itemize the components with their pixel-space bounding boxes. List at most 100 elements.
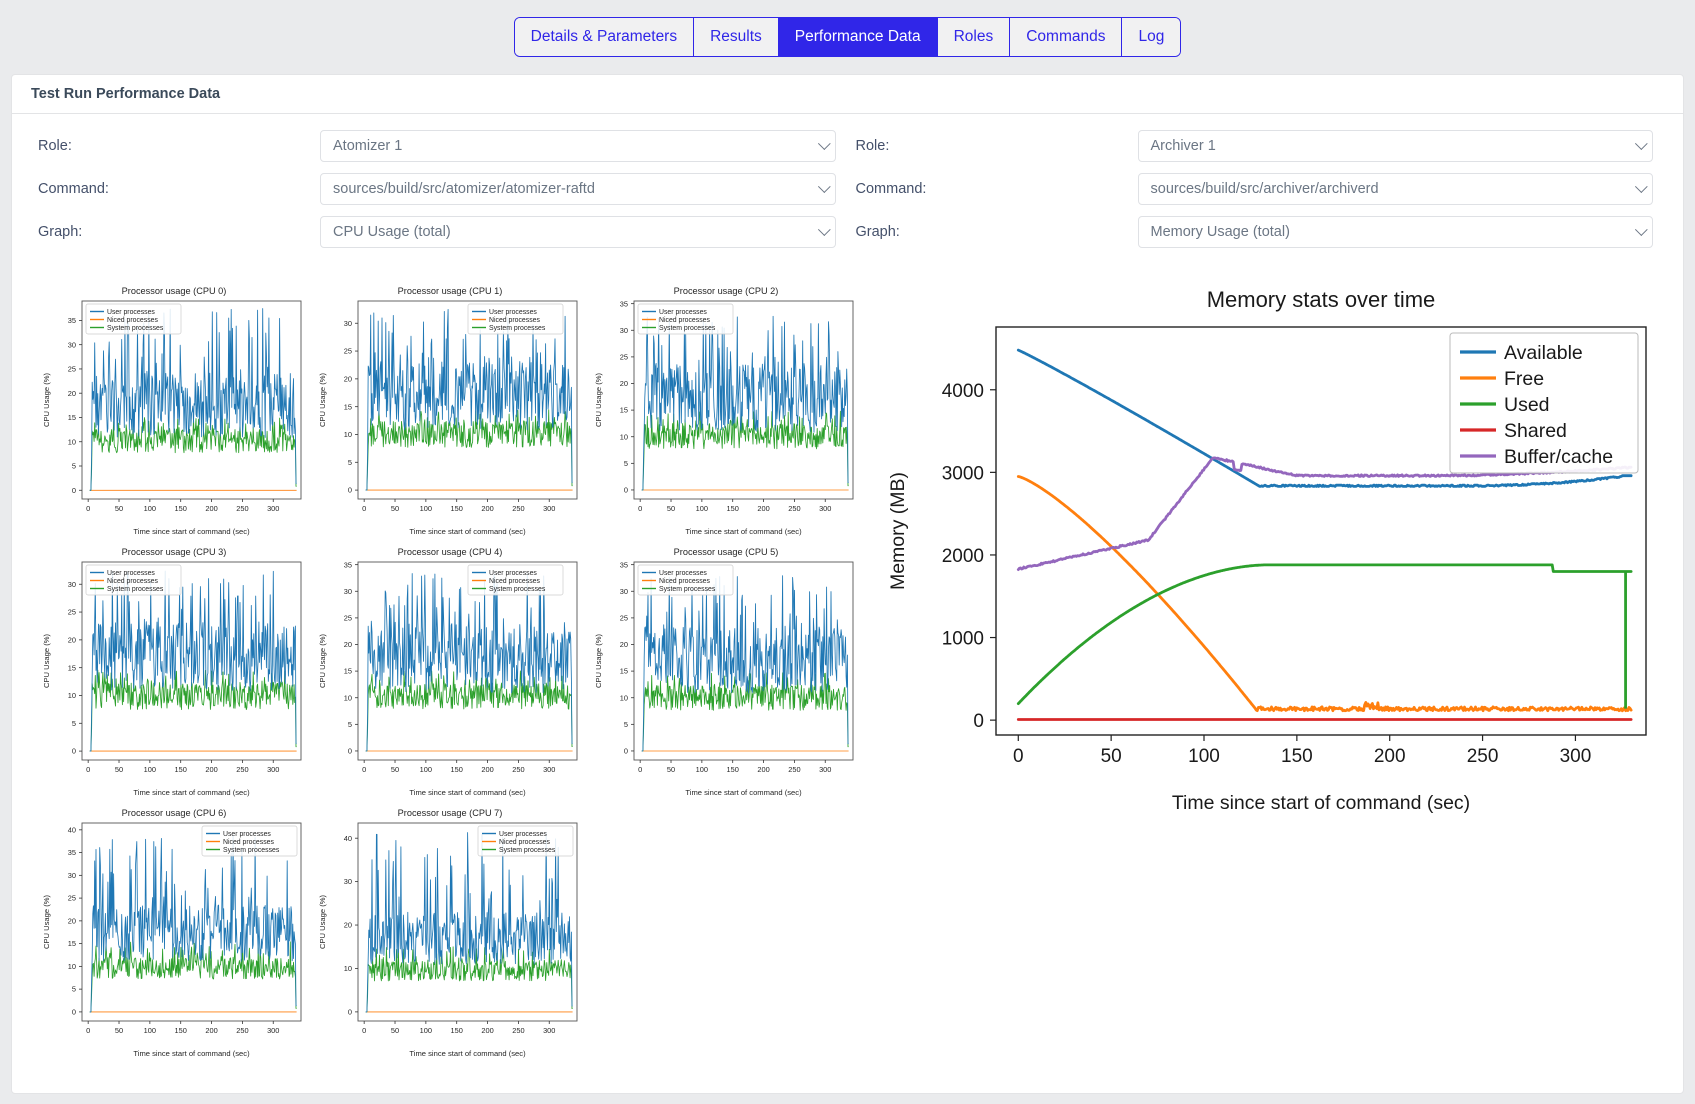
- svg-text:30: 30: [620, 326, 628, 335]
- svg-text:0: 0: [638, 765, 642, 774]
- svg-text:Niced processes: Niced processes: [223, 839, 274, 846]
- svg-text:5: 5: [72, 462, 76, 471]
- svg-text:150: 150: [727, 765, 739, 774]
- svg-text:20: 20: [344, 921, 352, 930]
- svg-text:Niced processes: Niced processes: [659, 578, 710, 585]
- svg-text:250: 250: [788, 504, 800, 513]
- svg-text:User processes: User processes: [499, 831, 547, 838]
- svg-text:Processor usage (CPU 4): Processor usage (CPU 4): [398, 547, 503, 557]
- svg-text:5: 5: [72, 719, 76, 728]
- svg-text:0: 0: [362, 1026, 366, 1035]
- left-graph-select[interactable]: CPU Usage (total): [320, 216, 836, 248]
- svg-text:10: 10: [68, 962, 76, 971]
- svg-text:300: 300: [543, 1026, 555, 1035]
- svg-text:Memory stats over time: Memory stats over time: [1207, 287, 1436, 312]
- svg-text:5: 5: [624, 720, 628, 729]
- cpu-charts-grid: Processor usage (CPU 0) 0 5 10 15 20 25 30 35 0 50…: [38, 281, 868, 1064]
- left-role-control: Atomizer 1: [320, 130, 836, 162]
- left-command-select[interactable]: sources/build/src/atomizer/atomizer-raft…: [320, 173, 836, 205]
- svg-text:100: 100: [696, 504, 708, 513]
- svg-text:300: 300: [543, 765, 555, 774]
- svg-text:30: 30: [620, 587, 628, 596]
- left-command-row: Command: sources/build/src/atomizer/atom…: [30, 173, 836, 205]
- svg-text:50: 50: [115, 765, 123, 774]
- svg-text:System processes: System processes: [659, 325, 716, 332]
- svg-text:0: 0: [348, 747, 352, 756]
- svg-text:System processes: System processes: [489, 325, 546, 332]
- svg-text:20: 20: [344, 374, 352, 383]
- svg-text:User processes: User processes: [107, 309, 155, 316]
- svg-text:0: 0: [72, 486, 76, 495]
- memory-chart-panel: Memory stats over time 0 1000 2000 3000 4000 0…: [878, 281, 1678, 821]
- left-graph-control: CPU Usage (total): [320, 216, 836, 248]
- svg-text:200: 200: [481, 504, 493, 513]
- svg-text:15: 15: [620, 667, 628, 676]
- svg-text:5: 5: [348, 458, 352, 467]
- right-role-control: Archiver 1: [1137, 130, 1653, 162]
- svg-text:Time since start of command (s: Time since start of command (sec): [409, 1049, 526, 1058]
- svg-text:10: 10: [344, 964, 352, 973]
- svg-text:20: 20: [620, 379, 628, 388]
- svg-text:25: 25: [620, 613, 628, 622]
- tab-commands[interactable]: Commands: [1010, 18, 1123, 56]
- svg-text:CPU Usage (%): CPU Usage (%): [42, 634, 51, 688]
- right-command-row: Command: sources/build/src/archiver/arch…: [848, 173, 1653, 205]
- svg-text:Processor usage (CPU 1): Processor usage (CPU 1): [398, 286, 503, 296]
- svg-text:4000: 4000: [942, 381, 984, 402]
- svg-text:50: 50: [1101, 746, 1122, 767]
- svg-text:0: 0: [348, 1007, 352, 1016]
- svg-text:35: 35: [68, 316, 76, 325]
- svg-text:300: 300: [267, 1026, 279, 1035]
- svg-text:10: 10: [620, 693, 628, 702]
- right-graph-label: Graph:: [855, 224, 900, 240]
- right-command-select[interactable]: sources/build/src/archiver/archiverd: [1137, 173, 1653, 205]
- svg-text:150: 150: [175, 765, 187, 774]
- svg-text:Niced processes: Niced processes: [659, 317, 710, 324]
- right-role-label: Role:: [855, 138, 890, 154]
- svg-text:User processes: User processes: [107, 570, 155, 577]
- tab-details-parameters[interactable]: Details & Parameters: [514, 18, 695, 56]
- svg-text:System processes: System processes: [489, 586, 546, 593]
- svg-text:300: 300: [819, 504, 831, 513]
- svg-text:300: 300: [819, 765, 831, 774]
- svg-text:250: 250: [512, 765, 524, 774]
- chart-cpu4: Processor usage (CPU 4) 0 5 10 15 20 25 30 35 0 50…: [314, 542, 590, 803]
- tab-log[interactable]: Log: [1122, 18, 1181, 56]
- svg-text:300: 300: [543, 504, 555, 513]
- tab-results[interactable]: Results: [694, 18, 779, 56]
- svg-text:200: 200: [757, 504, 769, 513]
- page-title: Test Run Performance Data: [31, 86, 221, 102]
- svg-text:15: 15: [68, 663, 76, 672]
- svg-text:CPU Usage (%): CPU Usage (%): [594, 373, 603, 427]
- right-graph-select[interactable]: Memory Usage (total): [1137, 216, 1653, 248]
- chart-cpu3: Processor usage (CPU 3) 0 5 10 15 20 25 30 0 50 10…: [38, 542, 314, 803]
- right-role-select[interactable]: Archiver 1: [1137, 130, 1653, 162]
- svg-text:0: 0: [362, 504, 366, 513]
- svg-text:20: 20: [68, 635, 76, 644]
- svg-text:25: 25: [620, 352, 628, 361]
- svg-text:15: 15: [344, 667, 352, 676]
- right-command-control: sources/build/src/archiver/archiverd: [1137, 173, 1653, 205]
- svg-text:250: 250: [1467, 746, 1499, 767]
- svg-text:Time since start of command (s: Time since start of command (sec): [133, 1049, 250, 1058]
- svg-text:Time since start of command (s: Time since start of command (sec): [685, 527, 802, 536]
- svg-text:Time since start of command (s: Time since start of command (sec): [409, 527, 526, 536]
- tab-roles[interactable]: Roles: [937, 18, 1011, 56]
- svg-text:25: 25: [344, 347, 352, 356]
- left-graph-row: Graph: CPU Usage (total): [30, 216, 836, 248]
- svg-text:25: 25: [68, 894, 76, 903]
- right-graph-control: Memory Usage (total): [1137, 216, 1653, 248]
- right-role-row: Role: Archiver 1: [848, 130, 1653, 162]
- svg-text:200: 200: [481, 1026, 493, 1035]
- left-role-select[interactable]: Atomizer 1: [320, 130, 836, 162]
- svg-text:50: 50: [391, 1026, 399, 1035]
- svg-text:0: 0: [1013, 746, 1024, 767]
- svg-text:System processes: System processes: [107, 325, 164, 332]
- svg-text:100: 100: [696, 765, 708, 774]
- charts-area: Processor usage (CPU 0) 0 5 10 15 20 25 30 35 0 50…: [30, 281, 1665, 1058]
- svg-text:Time since start of command (s: Time since start of command (sec): [133, 527, 250, 536]
- tab-performance-data[interactable]: Performance Data: [778, 18, 938, 56]
- svg-text:30: 30: [344, 877, 352, 886]
- svg-text:0: 0: [72, 747, 76, 756]
- svg-text:100: 100: [144, 765, 156, 774]
